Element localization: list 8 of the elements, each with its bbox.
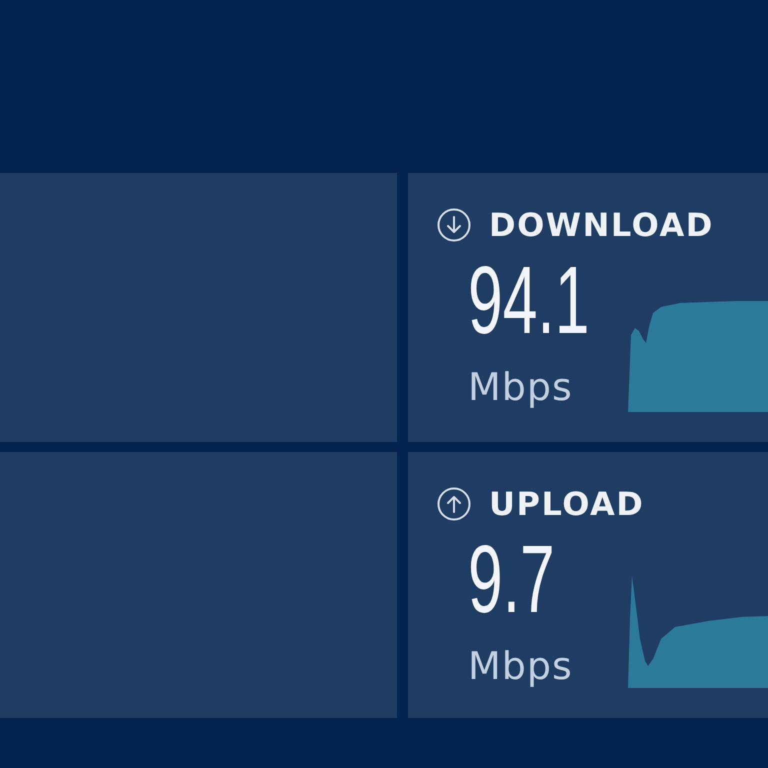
up-arrow-circle-icon: [437, 487, 471, 521]
metric-label: DOWNLOAD: [489, 208, 714, 242]
speed-value: 9.7: [468, 532, 555, 628]
down-arrow-circle-icon: [437, 208, 471, 242]
unit-label: Mbps: [468, 368, 573, 406]
speed-value: 94.1: [468, 253, 590, 349]
unit-label: Mbps: [468, 647, 573, 685]
metric-label: UPLOAD: [489, 487, 644, 521]
